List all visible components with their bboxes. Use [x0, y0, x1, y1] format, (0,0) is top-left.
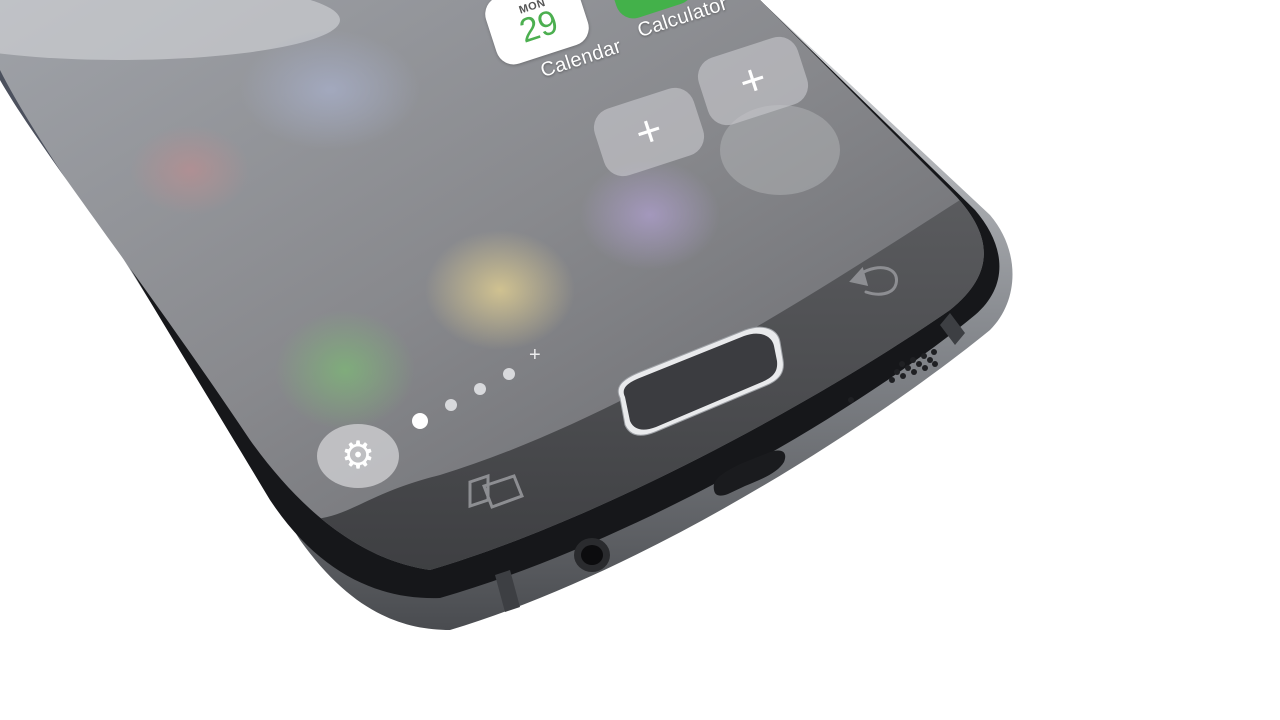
microphone-hole	[848, 397, 854, 403]
page-dot[interactable]	[445, 399, 457, 411]
plus-icon: +	[629, 104, 669, 159]
phone-scene: MON 29 Calendar Calculator + + ⚙ +	[0, 0, 1280, 720]
page-dot-active[interactable]	[412, 413, 428, 429]
settings-button[interactable]: ⚙	[317, 424, 399, 488]
page-dot[interactable]	[474, 383, 486, 395]
plus-icon: +	[733, 53, 773, 108]
gear-icon: ⚙	[340, 435, 376, 477]
add-page-button[interactable]: +	[529, 344, 541, 367]
page-dot[interactable]	[503, 368, 515, 380]
